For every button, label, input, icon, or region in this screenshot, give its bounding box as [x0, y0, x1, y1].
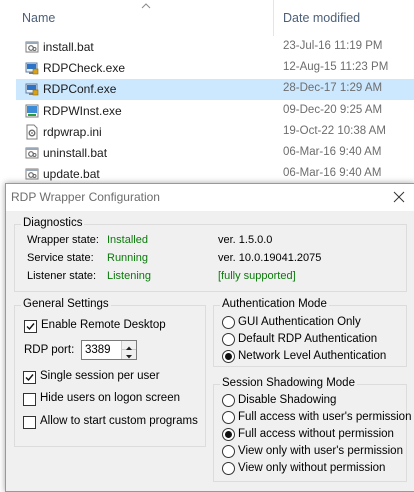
single-session-label: Single session per user — [40, 370, 160, 382]
file-name: RDPWInst.exe — [43, 103, 122, 118]
authentication-mode-title: Authentication Mode — [220, 298, 329, 310]
file-list-header: Name Date modified — [0, 0, 414, 36]
batch-file-icon — [24, 39, 40, 55]
file-date-modified: 12-Aug-15 11:23 PM — [283, 61, 389, 74]
service-state-value: Running — [107, 252, 148, 264]
checkbox-box — [23, 393, 36, 406]
hide-users-label: Hide users on logon screen — [40, 392, 180, 404]
checkmark-icon — [26, 323, 35, 331]
custom-programs-label: Allow to start custom programs — [40, 415, 198, 427]
auth-mode-radio-label: Network Level Authentication — [238, 350, 387, 362]
rdp-port-input[interactable] — [82, 341, 120, 359]
service-state-label: Service state: — [27, 252, 94, 264]
service-version: ver. 10.0.19041.2075 — [218, 252, 322, 264]
checkbox-box — [23, 371, 36, 384]
column-divider[interactable] — [273, 0, 274, 36]
checkbox-box — [23, 416, 36, 429]
installer-icon — [24, 103, 40, 119]
wrapper-state-value: Installed — [107, 234, 148, 246]
rdp-wrapper-config-dialog: RDP Wrapper Configuration Diagnostics Wr… — [5, 183, 414, 492]
radio-circle — [222, 333, 235, 346]
dialog-titlebar[interactable]: RDP Wrapper Configuration — [6, 184, 414, 211]
shadow-mode-radio-label: View only with user's permission — [238, 445, 403, 457]
radio-selected-dot — [225, 353, 232, 360]
caret-down-icon — [126, 355, 132, 359]
radio-circle — [222, 316, 235, 329]
listener-support-status: [fully supported] — [218, 270, 296, 282]
radio-circle — [222, 411, 235, 424]
file-name: install.bat — [43, 40, 94, 54]
file-date-modified: 19-Oct-22 10:38 AM — [283, 124, 386, 137]
general-settings-title: General Settings — [21, 298, 111, 310]
auth-mode-radio-label: Default RDP Authentication — [238, 333, 378, 345]
file-date-modified: 06-Mar-16 9:40 AM — [283, 146, 382, 158]
auth-mode-radio-label: GUI Authentication Only — [238, 316, 361, 328]
batch-file-icon — [24, 166, 40, 182]
file-name: uninstall.bat — [43, 146, 108, 160]
column-header-date-modified[interactable]: Date modified — [283, 11, 360, 25]
listener-state-label: Listener state: — [27, 270, 97, 282]
port-increment-button[interactable] — [121, 341, 136, 350]
radio-selected-dot — [225, 431, 232, 438]
exe-icon — [24, 60, 40, 76]
file-name: RDPCheck.exe — [43, 61, 126, 76]
shadow-mode-radio-label: View only without permission — [238, 462, 386, 474]
radio-circle — [222, 428, 235, 441]
file-name: update.bat — [43, 167, 100, 182]
session-shadowing-group: Session Shadowing Mode Disable Shadowing… — [213, 377, 411, 482]
shadow-mode-radio-label: Full access without permission — [238, 428, 394, 440]
file-row[interactable]: rdpwrap.ini 19-Oct-22 10:38 AM — [0, 122, 414, 143]
sort-ascending-icon — [141, 3, 151, 9]
file-name: RDPConf.exe — [43, 82, 117, 97]
radio-circle — [222, 350, 235, 363]
diagnostics-group: Diagnostics Wrapper state: Installed ver… — [14, 217, 407, 292]
diagnostics-title: Diagnostics — [21, 217, 85, 229]
file-row[interactable]: install.bat 23-Jul-16 11:19 PM — [0, 37, 414, 58]
checkmark-icon — [25, 374, 34, 382]
radio-circle — [222, 394, 235, 407]
shadow-mode-radio-label: Full access with user's permission — [238, 411, 412, 423]
session-shadowing-title: Session Shadowing Mode — [220, 377, 357, 389]
rdp-port-label: RDP port: — [24, 344, 75, 356]
exe-icon — [24, 81, 40, 97]
shadow-mode-radio-label: Disable Shadowing — [238, 394, 337, 406]
radio-circle — [222, 445, 235, 458]
file-row[interactable]: RDPConf.exe 28-Dec-17 1:29 AM — [16, 79, 414, 101]
port-decrement-button[interactable] — [121, 350, 136, 359]
checkbox-box — [24, 320, 37, 333]
rdp-port-stepper[interactable] — [81, 340, 137, 360]
dialog-title: RDP Wrapper Configuration — [11, 190, 160, 204]
close-icon[interactable] — [388, 186, 410, 208]
file-date-modified: 06-Mar-16 9:40 AM — [283, 167, 382, 180]
radio-circle — [222, 462, 235, 475]
wrapper-version: ver. 1.5.0.0 — [218, 234, 273, 246]
file-date-modified: 23-Jul-16 11:19 PM — [283, 40, 383, 52]
file-date-modified: 28-Dec-17 1:29 AM — [283, 82, 383, 95]
file-row[interactable]: uninstall.bat 06-Mar-16 9:40 AM — [0, 143, 414, 164]
file-name: rdpwrap.ini — [43, 124, 102, 139]
enable-remote-desktop-label: Enable Remote Desktop — [41, 319, 166, 331]
file-row[interactable]: RDPWInst.exe 09-Dec-20 9:25 AM — [0, 101, 414, 122]
listener-state-value: Listening — [107, 270, 152, 282]
file-row[interactable]: RDPCheck.exe 12-Aug-15 11:23 PM — [0, 58, 414, 79]
file-date-modified: 09-Dec-20 9:25 AM — [283, 103, 383, 116]
column-header-name[interactable]: Name — [22, 11, 55, 25]
ini-file-icon — [24, 124, 40, 140]
batch-file-icon — [24, 145, 40, 161]
authentication-mode-group: Authentication Mode GUI Authentication O… — [213, 298, 407, 367]
wrapper-state-label: Wrapper state: — [27, 234, 99, 246]
